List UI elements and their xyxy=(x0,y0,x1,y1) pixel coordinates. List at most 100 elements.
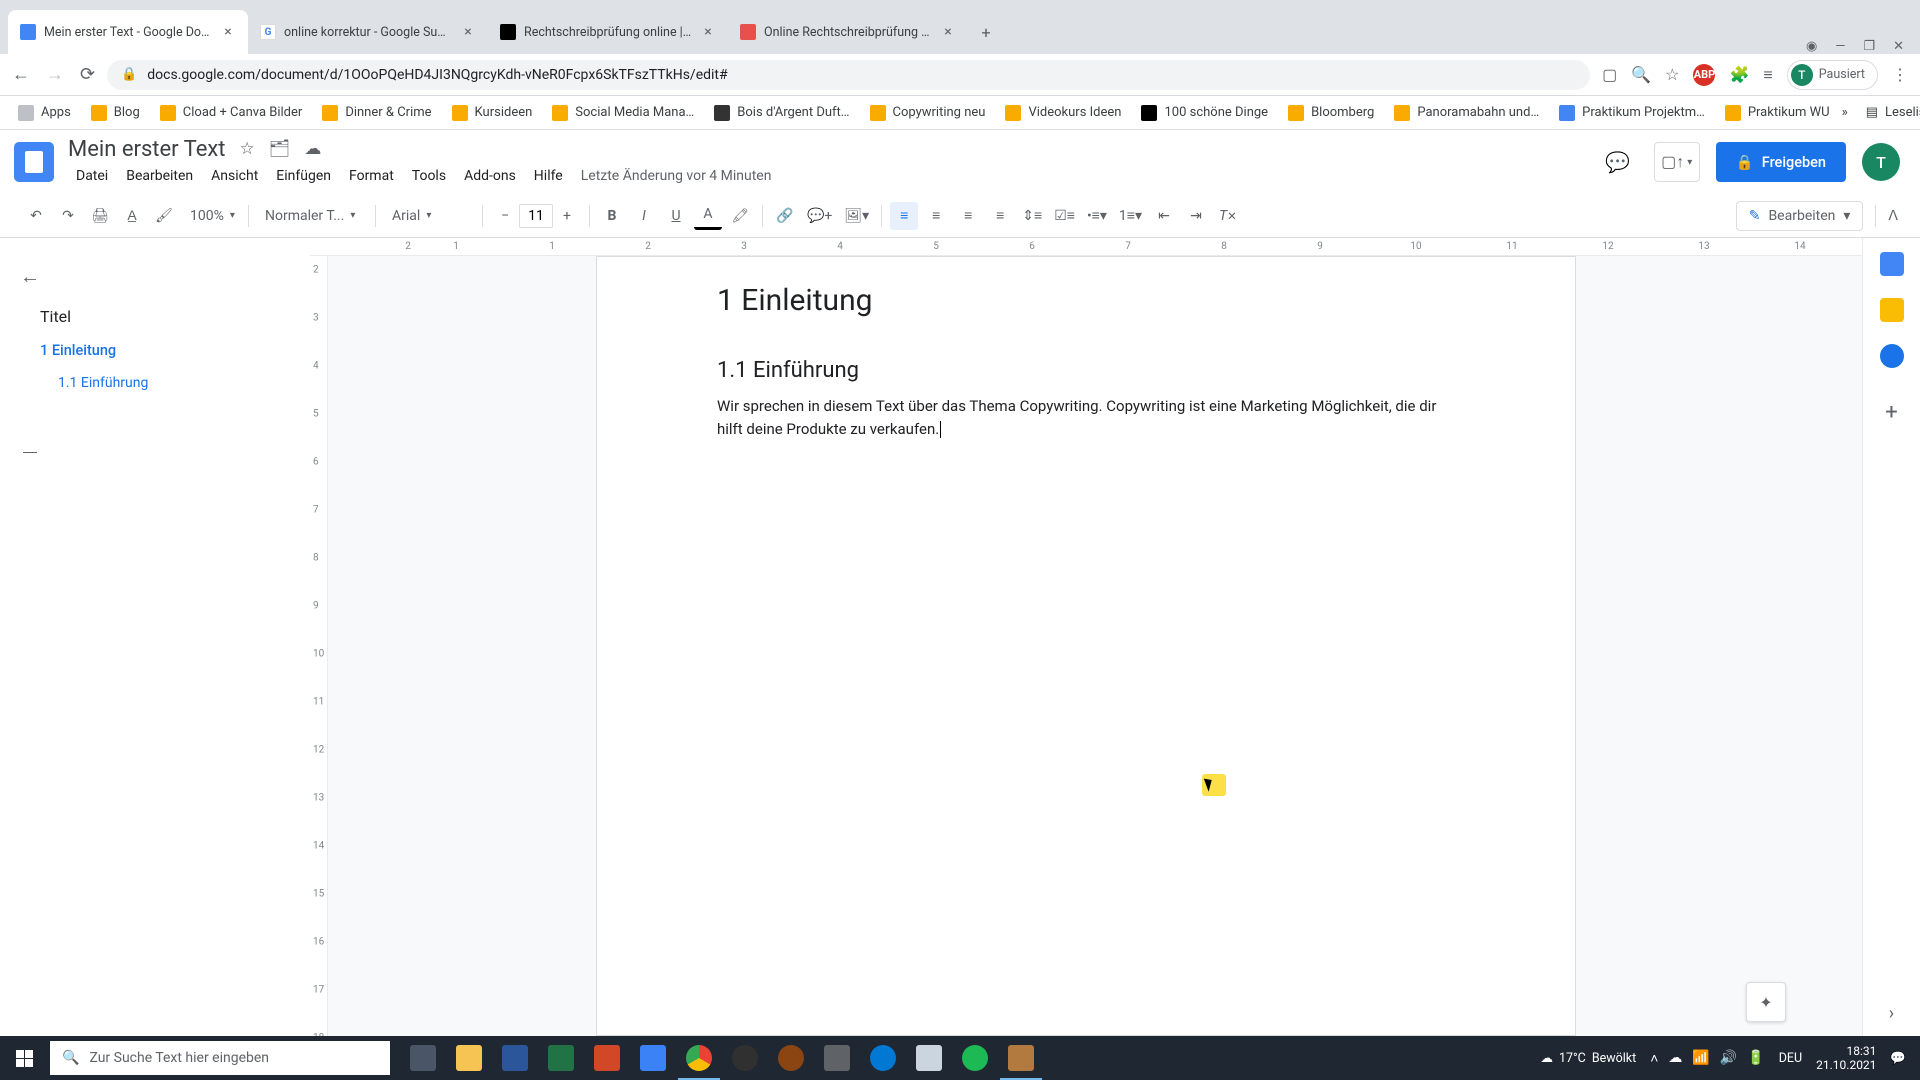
camera-icon[interactable]: ▢ xyxy=(1602,65,1617,84)
close-icon[interactable]: × xyxy=(700,24,716,40)
docs-home-icon[interactable] xyxy=(14,142,54,182)
comments-button[interactable]: 💬 xyxy=(1598,142,1638,182)
forward-button[interactable]: → xyxy=(46,64,64,85)
browser-tab[interactable]: G online korrektur - Google Suche × xyxy=(248,10,488,54)
app-taskbar-icon[interactable] xyxy=(768,1036,814,1080)
account-icon[interactable]: ◉ xyxy=(1806,39,1817,54)
back-button[interactable]: ← xyxy=(12,64,30,85)
explorer-taskbar-icon[interactable] xyxy=(446,1036,492,1080)
obs-taskbar-icon[interactable] xyxy=(722,1036,768,1080)
minimize-icon[interactable]: — xyxy=(1835,39,1845,54)
bookmark-item[interactable]: Social Media Mana… xyxy=(544,100,702,126)
new-tab-button[interactable]: + xyxy=(972,18,1000,46)
keyboard-lang[interactable]: DEU xyxy=(1779,1051,1802,1066)
bookmark-item[interactable]: Kursideen xyxy=(444,100,541,126)
task-view-button[interactable] xyxy=(400,1036,446,1080)
zoom-icon[interactable]: 🔍 xyxy=(1631,65,1651,84)
weather-widget[interactable]: ☁ 17°C Bewölkt xyxy=(1540,1050,1636,1066)
word-taskbar-icon[interactable] xyxy=(492,1036,538,1080)
app-taskbar-icon[interactable] xyxy=(998,1036,1044,1080)
bookmark-item[interactable]: Praktikum WU xyxy=(1717,100,1838,126)
onedrive-icon[interactable]: ☁ xyxy=(1668,1050,1682,1067)
underline-button[interactable]: U xyxy=(662,202,690,230)
outline-title[interactable]: Titel xyxy=(10,299,300,334)
zoom-select[interactable]: 100%▾ xyxy=(182,208,240,224)
menu-edit[interactable]: Bearbeiten xyxy=(118,164,201,188)
adblock-extension-icon[interactable]: ABP xyxy=(1693,64,1715,86)
align-justify-button[interactable]: ≡ xyxy=(986,202,1014,230)
align-left-button[interactable]: ≡ xyxy=(890,202,918,230)
paint-format-button[interactable]: 🖌 xyxy=(150,202,178,230)
bookmark-item[interactable]: Blog xyxy=(83,100,148,126)
tray-chevron-icon[interactable]: ˄ xyxy=(1650,1050,1658,1067)
outline-collapse-button[interactable]: ← xyxy=(10,254,50,299)
tasks-icon[interactable] xyxy=(1880,344,1904,368)
maximize-icon[interactable]: ❐ xyxy=(1863,39,1875,54)
menu-view[interactable]: Ansicht xyxy=(203,164,266,188)
line-spacing-button[interactable]: ⇕≡ xyxy=(1018,202,1046,230)
add-addon-button[interactable]: + xyxy=(1885,400,1897,425)
explore-button[interactable]: ✦ xyxy=(1746,982,1786,1022)
vertical-ruler[interactable]: 23456789101112131415161718 xyxy=(310,256,328,1036)
excel-taskbar-icon[interactable] xyxy=(538,1036,584,1080)
expand-panel-button[interactable]: › xyxy=(1889,1003,1894,1024)
app-taskbar-icon[interactable] xyxy=(630,1036,676,1080)
bookmark-item[interactable]: Copywriting neu xyxy=(862,100,994,126)
italic-button[interactable]: I xyxy=(630,202,658,230)
number-list-button[interactable]: 1≡▾ xyxy=(1115,202,1146,230)
reading-list-button[interactable]: ▤Leseliste xyxy=(1858,100,1920,125)
close-window-icon[interactable]: ✕ xyxy=(1893,39,1904,54)
reload-button[interactable]: ⟳ xyxy=(80,64,95,85)
text-color-button[interactable]: A xyxy=(694,202,722,230)
menu-tools[interactable]: Tools xyxy=(404,164,454,188)
checklist-button[interactable]: ☑≡ xyxy=(1050,202,1079,230)
align-center-button[interactable]: ≡ xyxy=(922,202,950,230)
insert-image-button[interactable]: 🖼▾ xyxy=(840,202,873,230)
profile-button[interactable]: T Pausiert xyxy=(1787,60,1878,90)
bold-button[interactable]: B xyxy=(598,202,626,230)
bookmark-item[interactable]: 100 schöne Dinge xyxy=(1133,100,1276,126)
chrome-taskbar-icon[interactable] xyxy=(676,1036,722,1080)
editing-mode-select[interactable]: ✎ Bearbeiten ▾ xyxy=(1736,201,1864,231)
collapse-toolbar-button[interactable]: ᐱ xyxy=(1888,208,1898,224)
print-button[interactable]: 🖨 xyxy=(86,202,114,230)
bookmark-star-icon[interactable]: ☆ xyxy=(1665,65,1679,84)
notifications-icon[interactable]: 💬 xyxy=(1890,1051,1906,1066)
account-avatar[interactable]: T xyxy=(1862,143,1900,181)
font-size-input[interactable] xyxy=(519,204,553,228)
redo-button[interactable]: ↷ xyxy=(54,202,82,230)
menu-addons[interactable]: Add-ons xyxy=(456,164,524,188)
document-canvas[interactable]: 21123456789101112131415161718 2345678910… xyxy=(310,238,1862,1036)
indent-button[interactable]: ⇥ xyxy=(1182,202,1210,230)
browser-tab[interactable]: Rechtschreibprüfung online | Du × xyxy=(488,10,728,54)
volume-icon[interactable]: 🔊 xyxy=(1720,1050,1737,1067)
bookmark-apps[interactable]: Apps xyxy=(10,100,79,126)
menu-help[interactable]: Hilfe xyxy=(526,164,571,188)
bookmark-item[interactable]: Panoramabahn und… xyxy=(1386,100,1547,126)
bookmark-item[interactable]: Bloomberg xyxy=(1280,100,1382,126)
browser-tab[interactable]: Mein erster Text - Google Docs × xyxy=(8,10,248,54)
font-select[interactable]: Arial▾ xyxy=(384,208,474,224)
menu-file[interactable]: Datei xyxy=(68,164,116,188)
close-icon[interactable]: × xyxy=(940,24,956,40)
cloud-status-icon[interactable]: ☁ xyxy=(304,139,321,159)
address-bar[interactable]: 🔒 docs.google.com/document/d/1OOoPQeHD4J… xyxy=(107,60,1590,90)
horizontal-ruler[interactable]: 21123456789101112131415161718 xyxy=(310,238,1862,256)
bookmark-item[interactable]: Videokurs Ideen xyxy=(997,100,1129,126)
undo-button[interactable]: ↶ xyxy=(22,202,50,230)
keep-icon[interactable] xyxy=(1880,298,1904,322)
outline-heading-2[interactable]: 1.1 Einführung xyxy=(10,367,300,399)
share-button[interactable]: 🔒 Freigeben xyxy=(1716,142,1846,182)
notepad-taskbar-icon[interactable] xyxy=(906,1036,952,1080)
powerpoint-taskbar-icon[interactable] xyxy=(584,1036,630,1080)
wifi-icon[interactable]: 📶 xyxy=(1692,1050,1709,1067)
windows-search-input[interactable]: 🔍 Zur Suche Text hier eingeben xyxy=(50,1041,390,1075)
insert-link-button[interactable]: 🔗 xyxy=(771,202,799,230)
increase-font-button[interactable]: + xyxy=(553,202,581,230)
star-icon[interactable]: ☆ xyxy=(240,139,255,159)
document-title[interactable]: Mein erster Text xyxy=(68,137,226,162)
close-icon[interactable]: × xyxy=(460,24,476,40)
highlight-button[interactable]: 🖍 xyxy=(726,202,754,230)
edge-taskbar-icon[interactable] xyxy=(860,1036,906,1080)
bookmark-item[interactable]: Cload + Canva Bilder xyxy=(152,100,311,126)
